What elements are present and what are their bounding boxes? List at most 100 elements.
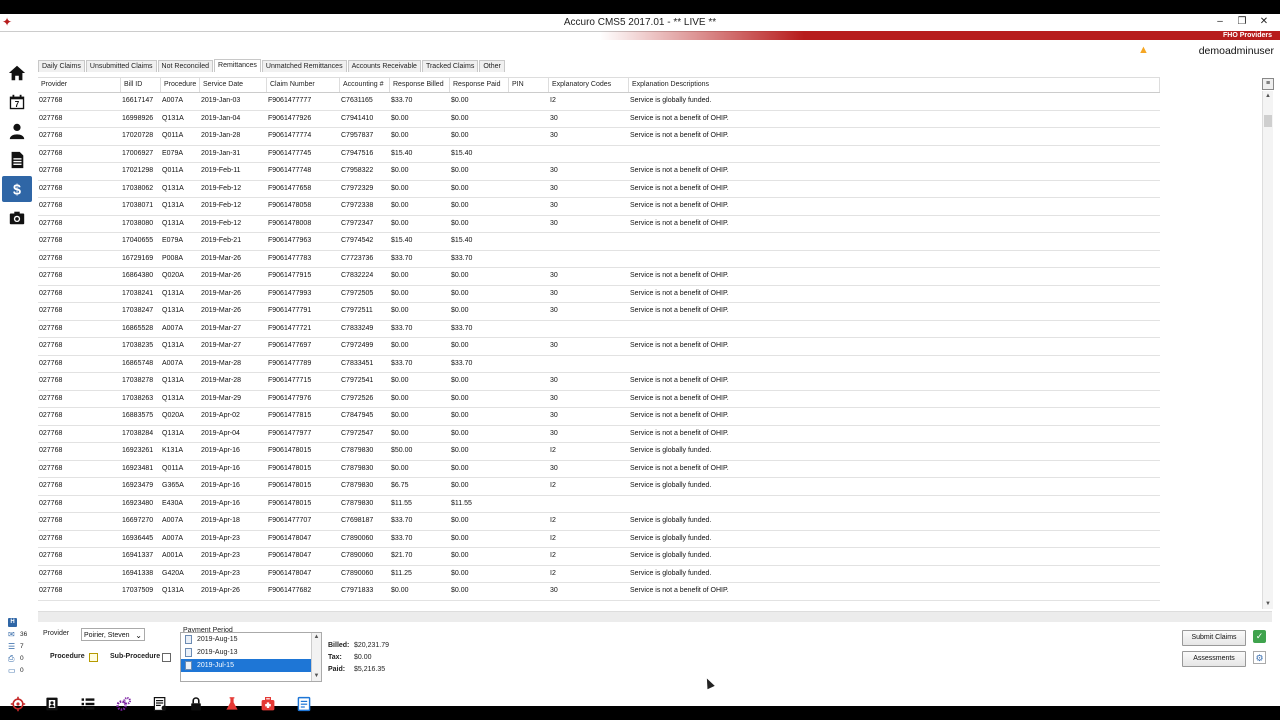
procedure-label: Procedure: [50, 653, 85, 660]
column-header-provider[interactable]: Provider: [38, 78, 121, 92]
table-row[interactable]: 027768 16923261 K131A 2019-Apr-16 F906147801…: [38, 443, 1160, 461]
table-row[interactable]: 027768 17038235 Q131A 2019-Mar-27 F906147769…: [38, 338, 1160, 356]
calendar-icon[interactable]: 7: [2, 89, 32, 115]
table-row[interactable]: 027768 16923480 E430A 2019-Apr-16 F906147801…: [38, 496, 1160, 513]
tab-unmatched-remittances[interactable]: Unmatched Remittances: [261, 60, 347, 72]
checkmark-icon[interactable]: ✓: [1253, 630, 1266, 643]
payment-period-item[interactable]: 2019-Aug-15: [181, 633, 321, 646]
tab-unsubmitted-claims[interactable]: Unsubmitted Claims: [85, 60, 157, 72]
provider-select[interactable]: Poirier, Steven ⌄: [81, 628, 145, 641]
tab-remittances[interactable]: Remittances: [214, 59, 261, 72]
table-row[interactable]: 027768 17037509 Q131A 2019-Apr-26 F906147768…: [38, 583, 1160, 601]
restore-icon[interactable]: ❐: [1236, 16, 1248, 28]
cell-response-billed: $6.75: [391, 482, 409, 489]
table-row[interactable]: 027768 17038284 Q131A 2019-Apr-04 F906147797…: [38, 426, 1160, 443]
table-row[interactable]: 027768 17038263 Q131A 2019-Mar-29 F906147797…: [38, 391, 1160, 408]
table-row[interactable]: 027768 17038241 Q131A 2019-Mar-26 F906147799…: [38, 286, 1160, 303]
column-header-explanatory-codes[interactable]: Explanatory Codes: [549, 78, 629, 92]
scroll-up-icon[interactable]: ▲: [1263, 91, 1273, 101]
list-counter[interactable]: ☰ 7: [8, 640, 34, 652]
gears-icon[interactable]: [112, 694, 136, 714]
table-row[interactable]: 027768 16865528 A007A 2019-Mar-27 F906147772…: [38, 321, 1160, 338]
column-header-procedure[interactable]: Procedure: [161, 78, 200, 92]
period-scroll-down-icon[interactable]: ▼: [312, 672, 321, 681]
billing-icon[interactable]: $: [2, 176, 32, 202]
table-row[interactable]: 027768 16864380 Q020A 2019-Mar-26 F906147791…: [38, 268, 1160, 286]
table-row[interactable]: 027768 16729169 P008A 2019-Mar-26 F906147778…: [38, 251, 1160, 268]
table-row[interactable]: 027768 16923479 G365A 2019-Apr-16 F906147801…: [38, 478, 1160, 496]
current-user[interactable]: demoadminuser: [1199, 45, 1274, 57]
table-row[interactable]: 027768 17038062 Q131A 2019-Feb-12 F906147765…: [38, 181, 1160, 198]
table-row[interactable]: 027768 16936445 A007A 2019-Apr-23 F906147804…: [38, 531, 1160, 548]
column-header-bill-id[interactable]: Bill ID: [121, 78, 161, 92]
table-row[interactable]: 027768 16865748 A007A 2019-Mar-28 F906147778…: [38, 356, 1160, 373]
table-row[interactable]: 027768 16617147 A007A 2019-Jan-03 F906147777…: [38, 93, 1160, 111]
submit-claims-button[interactable]: Submit Claims: [1182, 630, 1246, 646]
settings-gear-icon[interactable]: ⚙: [1253, 651, 1266, 664]
table-row[interactable]: 027768 17038071 Q131A 2019-Feb-12 F906147805…: [38, 198, 1160, 216]
list-icon[interactable]: [76, 694, 100, 714]
tab-other[interactable]: Other: [479, 60, 505, 72]
vertical-scrollbar[interactable]: ▲ ▼: [1262, 91, 1273, 609]
address-book-icon[interactable]: [40, 694, 64, 714]
scroll-thumb[interactable]: [1264, 115, 1272, 127]
home-icon[interactable]: [2, 60, 32, 86]
document-icon[interactable]: [2, 147, 32, 173]
column-header-service-date[interactable]: Service Date: [200, 78, 267, 92]
column-header-accounting-number[interactable]: Accounting #: [340, 78, 390, 92]
lock-icon[interactable]: [184, 694, 208, 714]
column-header-response-paid[interactable]: Response Paid: [450, 78, 509, 92]
tab-accounts-receivable[interactable]: Accounts Receivable: [347, 60, 421, 72]
payment-period-item[interactable]: 2019-Aug-13: [181, 646, 321, 659]
cell-service-date: 2019-Feb-21: [201, 237, 242, 244]
notes-icon[interactable]: [292, 694, 316, 714]
table-row[interactable]: 027768 17006927 E079A 2019-Jan-31 F906147774…: [38, 146, 1160, 163]
column-header-claim-number[interactable]: Claim Number: [267, 78, 340, 92]
assessments-button[interactable]: Assessments: [1182, 651, 1246, 667]
table-row[interactable]: 027768 17038278 Q131A 2019-Mar-28 F906147771…: [38, 373, 1160, 391]
table-row[interactable]: 027768 17040655 E079A 2019-Feb-21 F906147796…: [38, 233, 1160, 251]
medical-kit-icon[interactable]: [256, 694, 280, 714]
table-row[interactable]: 02776816958299Q040A2019-Apr-29F906147766…: [38, 601, 1160, 605]
close-icon[interactable]: ✕: [1258, 16, 1270, 28]
scroll-down-icon[interactable]: ▼: [1263, 599, 1273, 609]
period-scroll-up-icon[interactable]: ▲: [312, 633, 321, 642]
h-badge[interactable]: H: [8, 616, 34, 628]
table-row[interactable]: 027768 16998926 Q131A 2019-Jan-04 F906147792…: [38, 111, 1160, 128]
print-counter[interactable]: ⎙ 0: [8, 652, 34, 664]
column-header-response-billed[interactable]: Response Billed: [390, 78, 450, 92]
payment-period-list[interactable]: 2019-Aug-15 2019-Aug-13 2019-Jul-15 ▲ ▼: [180, 632, 322, 682]
tab-daily-claims[interactable]: Daily Claims: [38, 60, 85, 72]
table-row[interactable]: 027768 16923481 Q011A 2019-Apr-16 F906147801…: [38, 461, 1160, 478]
table-row[interactable]: 027768 16883575 Q020A 2019-Apr-02 F906147781…: [38, 408, 1160, 426]
camera-icon[interactable]: [2, 205, 32, 231]
table-row[interactable]: 027768 17038080 Q131A 2019-Feb-12 F906147800…: [38, 216, 1160, 233]
tab-tracked-claims[interactable]: Tracked Claims: [421, 60, 479, 72]
column-header-pin[interactable]: PIN: [509, 78, 549, 92]
tray-counter[interactable]: ▭ 0: [8, 664, 34, 676]
column-options-icon[interactable]: ≡: [1262, 78, 1274, 90]
table-row[interactable]: 027768 17021298 Q011A 2019-Feb-11 F906147774…: [38, 163, 1160, 181]
target-icon[interactable]: [8, 694, 28, 714]
person-icon[interactable]: [2, 118, 32, 144]
horizontal-scrollbar[interactable]: [38, 611, 1272, 622]
lab-flask-icon[interactable]: [220, 694, 244, 714]
table-row[interactable]: 027768 16941338 G420A 2019-Apr-23 F906147804…: [38, 566, 1160, 583]
table-row[interactable]: 027768 17038247 Q131A 2019-Mar-26 F906147779…: [38, 303, 1160, 321]
minimize-icon[interactable]: –: [1214, 16, 1226, 28]
column-header-explanation-descriptions[interactable]: Explanation Descriptions: [629, 78, 1160, 92]
cell-service-date: 2019-Jan-31: [201, 149, 241, 157]
mail-counter[interactable]: ✉ 36: [8, 628, 34, 640]
table-row[interactable]: 027768 16941337 A001A 2019-Apr-23 F906147804…: [38, 548, 1160, 566]
period-scrollbar[interactable]: ▲ ▼: [311, 633, 321, 681]
table-row[interactable]: 027768 17020728 Q011A 2019-Jan-28 F906147777…: [38, 128, 1160, 146]
tab-not-reconciled[interactable]: Not Reconciled: [157, 60, 214, 72]
table-row[interactable]: 027768 16697270 A007A 2019-Apr-18 F906147770…: [38, 513, 1160, 531]
warning-icon[interactable]: ▲: [1138, 44, 1149, 56]
cell-response-billed: $33.70: [391, 324, 413, 332]
subprocedure-checkbox[interactable]: [162, 653, 171, 662]
report-icon[interactable]: [148, 694, 172, 714]
payment-period-item[interactable]: 2019-Jul-15: [181, 659, 321, 672]
cell-claim-number: F9061477669: [267, 601, 340, 605]
procedure-checkbox[interactable]: [89, 653, 98, 662]
